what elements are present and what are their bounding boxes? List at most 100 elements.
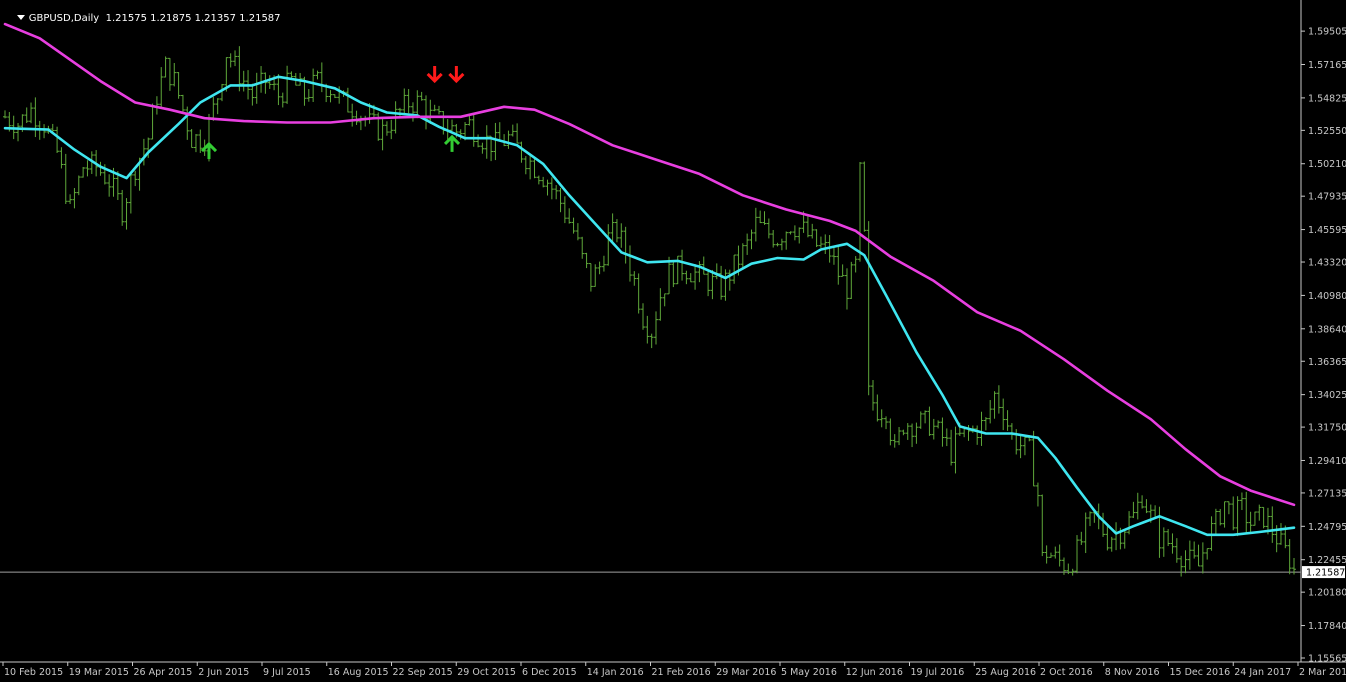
price-bar <box>979 411 984 446</box>
y-tick-label: 1.40980 <box>1308 291 1346 302</box>
price-bar <box>758 210 763 224</box>
price-bar <box>601 255 606 272</box>
price-bar <box>536 175 541 185</box>
x-tick-label: 21 Feb 2016 <box>652 667 711 678</box>
y-tick-label: 1.43320 <box>1308 258 1346 269</box>
price-bar <box>1235 496 1240 537</box>
chart-canvas[interactable]: 1.59505 1.57165 1.54825 1.52550 1.50210 1.479… <box>0 0 1346 682</box>
price-bar <box>259 66 264 93</box>
price-bar <box>120 189 125 226</box>
price-bar <box>1248 511 1253 532</box>
price-bar <box>558 187 563 213</box>
x-tick-label: 29 Mar 2016 <box>716 667 776 678</box>
x-tick-label: 6 Dec 2015 <box>522 667 577 678</box>
price-bar <box>363 115 368 127</box>
price-bar <box>619 223 624 248</box>
price-bar <box>788 231 793 235</box>
price-bar <box>836 246 841 285</box>
price-bar <box>402 88 407 114</box>
price-bar <box>1135 492 1140 520</box>
price-bar <box>740 243 745 269</box>
price-bar <box>1079 531 1084 545</box>
x-tick-label: 15 Dec 2016 <box>1170 667 1231 678</box>
price-bar <box>42 124 47 139</box>
price-bar <box>419 91 424 101</box>
price-bar <box>983 417 988 431</box>
price-bar <box>250 83 255 106</box>
price-bar <box>124 198 129 230</box>
price-bar <box>432 104 437 112</box>
price-bar <box>263 72 268 94</box>
price-bar <box>936 420 941 429</box>
dropdown-triangle-icon[interactable] <box>16 15 25 20</box>
price-bar <box>228 53 233 68</box>
price-bar <box>59 147 64 169</box>
price-bar <box>871 380 876 411</box>
signal-arrows <box>200 65 465 160</box>
price-bar <box>818 236 823 248</box>
price-bar <box>345 87 350 113</box>
price-bar <box>1088 511 1093 527</box>
y-tick-label: 1.34025 <box>1308 390 1346 401</box>
price-bar <box>1040 494 1045 557</box>
x-tick-label: 25 Aug 2016 <box>975 667 1036 678</box>
slow-ma-line <box>3 22 1296 507</box>
price-bar <box>1161 527 1166 557</box>
price-bar <box>1226 501 1231 515</box>
price-bar <box>888 418 893 446</box>
price-bar <box>519 141 524 163</box>
x-tick-label: 19 Jul 2016 <box>911 667 965 678</box>
price-bar <box>16 122 21 142</box>
price-bar <box>840 264 845 277</box>
price-bar <box>1261 506 1266 529</box>
price-bar <box>81 166 86 178</box>
price-bar <box>892 434 897 448</box>
price-bar <box>779 238 784 251</box>
price-bar <box>1057 544 1062 567</box>
price-bar <box>332 94 337 99</box>
price-bar <box>727 269 732 291</box>
x-tick-label: 16 Aug 2015 <box>328 667 389 678</box>
price-axis: 1.59505 1.57165 1.54825 1.52550 1.50210 1.479… <box>1301 27 1346 665</box>
price-bar <box>3 110 7 119</box>
price-bar <box>63 153 68 205</box>
price-bar <box>480 142 485 154</box>
x-tick-label: 2 Mar 2017 <box>1299 667 1346 678</box>
price-bar <box>714 263 719 280</box>
price-bar <box>1005 410 1010 431</box>
x-tick-label: 9 Jul 2015 <box>263 667 311 678</box>
price-bar <box>719 265 724 300</box>
price-bar <box>1109 536 1114 552</box>
symbol-timeframe: GBPUSD,Daily <box>28 13 100 24</box>
y-tick-label: 1.29410 <box>1308 456 1346 467</box>
price-chart[interactable]: 1.59505 1.57165 1.54825 1.52550 1.50210 1.479… <box>0 0 1346 682</box>
price-bar <box>484 125 489 159</box>
price-bar <box>923 410 928 424</box>
x-tick-label: 10 Feb 2015 <box>4 667 63 678</box>
price-bar <box>1183 550 1188 574</box>
price-bar <box>76 175 81 196</box>
price-bar <box>410 102 415 122</box>
price-bar <box>1166 529 1171 547</box>
price-bar <box>267 75 272 89</box>
price-bar <box>1257 504 1262 521</box>
price-bar <box>319 62 324 93</box>
x-tick-label: 29 Oct 2015 <box>457 667 516 678</box>
moving-averages <box>3 22 1296 537</box>
price-bar <box>163 56 168 78</box>
price-bar <box>1131 501 1136 519</box>
price-bars <box>3 46 1296 577</box>
price-bar <box>358 115 363 131</box>
y-tick-label: 1.59505 <box>1308 27 1346 38</box>
price-bar <box>311 68 316 103</box>
price-bar <box>276 74 281 106</box>
price-bar <box>1144 499 1149 514</box>
x-tick-label: 2 Jun 2015 <box>198 667 249 678</box>
price-bar <box>879 409 884 428</box>
price-bar <box>771 229 776 248</box>
y-tick-label: 1.17840 <box>1308 621 1346 632</box>
y-tick-label: 1.15565 <box>1308 654 1346 665</box>
price-bar <box>901 429 906 436</box>
price-bar <box>862 161 867 232</box>
price-bar <box>549 177 554 200</box>
